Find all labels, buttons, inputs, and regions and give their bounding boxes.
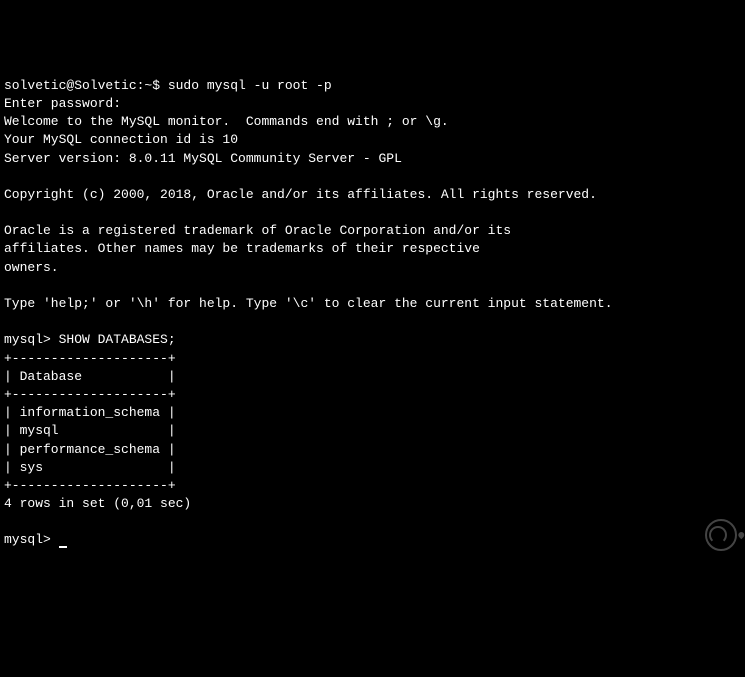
table-row: | performance_schema | <box>4 442 176 457</box>
sql-command: SHOW DATABASES; <box>59 332 176 347</box>
table-row: | information_schema | <box>4 405 176 420</box>
copyright: Copyright (c) 2000, 2018, Oracle and/or … <box>4 187 597 202</box>
mysql-prompt-active[interactable]: mysql> <box>4 532 59 547</box>
trademark-3: owners. <box>4 260 59 275</box>
connection-id: Your MySQL connection id is 10 <box>4 132 238 147</box>
cursor-icon <box>59 546 67 548</box>
welcome-text: Welcome to the MySQL monitor. Commands e… <box>4 114 449 129</box>
table-row: | mysql | <box>4 423 176 438</box>
table-border-bottom: +--------------------+ <box>4 478 176 493</box>
table-header: | Database | <box>4 369 176 384</box>
terminal-output: solvetic@Solvetic:~$ sudo mysql -u root … <box>4 77 741 550</box>
trademark-1: Oracle is a registered trademark of Orac… <box>4 223 511 238</box>
shell-command: sudo mysql -u root -p <box>168 78 332 93</box>
password-prompt: Enter password: <box>4 96 121 111</box>
table-border-header: +--------------------+ <box>4 387 176 402</box>
help-text: Type 'help;' or '\h' for help. Type '\c'… <box>4 296 613 311</box>
shell-prompt: solvetic@Solvetic:~$ <box>4 78 168 93</box>
watermark-icon <box>705 519 737 551</box>
trademark-2: affiliates. Other names may be trademark… <box>4 241 480 256</box>
result-summary: 4 rows in set (0,01 sec) <box>4 496 191 511</box>
mysql-prompt: mysql> <box>4 332 59 347</box>
server-version: Server version: 8.0.11 MySQL Community S… <box>4 151 402 166</box>
table-border-top: +--------------------+ <box>4 351 176 366</box>
table-row: | sys | <box>4 460 176 475</box>
